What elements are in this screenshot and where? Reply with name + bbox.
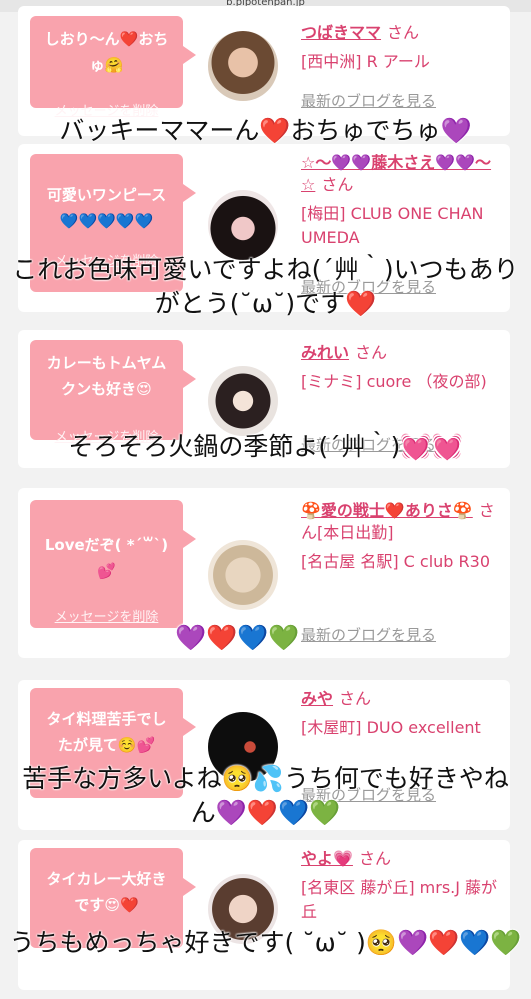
latest-blog-link[interactable]: 最新のブログを見る	[301, 90, 436, 111]
sender-name-link[interactable]: みれい	[301, 343, 349, 362]
avatar[interactable]	[208, 366, 278, 436]
shop-info: [名東区 藤が丘] mrs.J 藤が丘	[301, 878, 498, 921]
caption-overlay: バッキーママーん❤️おちゅでちゅ💜	[59, 116, 472, 145]
shop-info: [梅田] CLUB ONE CHAN UMEDA	[301, 204, 484, 247]
message-text: しおり〜ん❤️おちゅ🤗	[44, 30, 169, 74]
message-bubble: カレーもトムヤムクンも好き😍 メッセージを削除	[30, 340, 196, 445]
shop-info: [木屋町] DUO excellent	[301, 718, 481, 737]
sender-name-link[interactable]: 🍄愛の戦士❤️ありさ🍄	[301, 501, 473, 520]
honorific: さん	[355, 343, 388, 362]
message-bubble: Loveだぞ( *´꒳`)💕 メッセージを削除	[30, 500, 196, 628]
avatar[interactable]	[208, 540, 278, 610]
message-bubble: しおり〜ん❤️おちゅ🤗 メッセージを削除	[30, 16, 196, 119]
caption-overlay: 苦手な方多いよね🥺💦うち何でも好きやねん💜❤️💙💚	[22, 764, 509, 827]
avatar[interactable]	[208, 31, 278, 101]
shop-info: [西中洲] R アール	[301, 52, 430, 71]
caption-overlay: これお色味可愛いですよね(´艸｀)いつもありがとう(˘ω˘)です❤️	[12, 255, 519, 318]
message-card: タイカレー大好きです😍❤️ やよ💗 さん [名東区 藤が丘] mrs.J 藤が丘	[18, 840, 510, 990]
honorific: さん	[358, 849, 391, 868]
honorific: さん	[387, 23, 420, 42]
shop-info: [ミナミ] cuore （夜の部)	[301, 372, 487, 391]
message-text: カレーもトムヤムクンも好き😍	[46, 354, 167, 398]
message-text: タイ料理苦手でしたが見て☺️💕	[46, 710, 167, 754]
message-text: Loveだぞ( *´꒳`)💕	[44, 536, 169, 580]
honorific: さん	[321, 175, 354, 194]
message-text: 可愛いワンピース💙💙💙💙💙	[46, 186, 167, 230]
attendance-status: [本日出勤]	[317, 523, 394, 542]
avatar[interactable]	[208, 190, 278, 260]
sender-name-link[interactable]: みや	[301, 689, 333, 708]
shop-info: [名古屋 名駅] C club R30	[301, 552, 491, 571]
sender-name-link[interactable]: つばきママ	[301, 23, 381, 42]
honorific: さん	[339, 689, 372, 708]
sender-name-link[interactable]: やよ💗	[301, 849, 353, 868]
caption-overlay: そろそろ火鍋の季節よ(´艸｀)💓💓	[68, 432, 463, 461]
caption-overlay: うちもめっちゃ好きです( ˘ω˘ )🥺💜❤️💙💚	[9, 928, 522, 957]
message-text: タイカレー大好きです😍❤️	[46, 870, 167, 914]
caption-overlay: 💜❤️💙💚	[175, 623, 300, 652]
